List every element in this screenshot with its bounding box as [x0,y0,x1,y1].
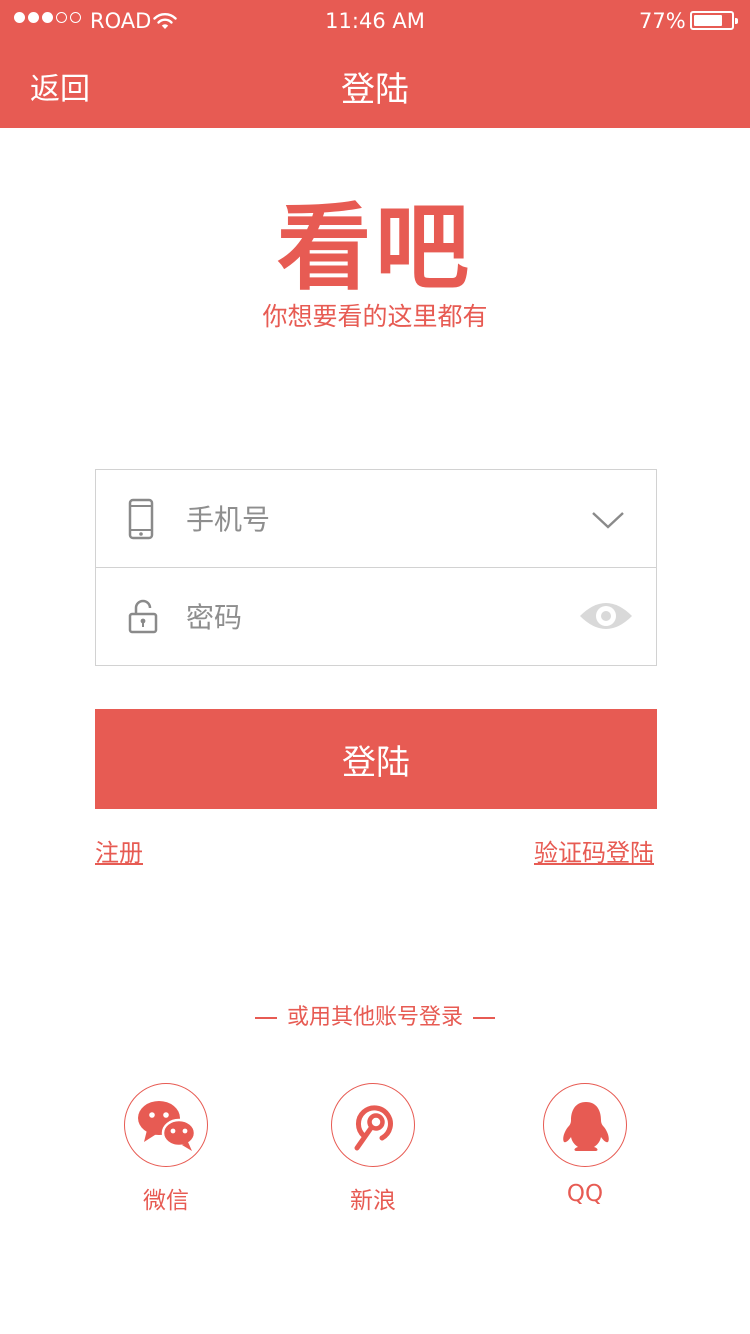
page-title: 登陆 [341,70,409,110]
lock-icon [128,598,158,638]
divider-line [473,1017,495,1019]
battery-icon [690,11,738,30]
register-link[interactable]: 注册 [95,833,143,868]
battery-nub [735,18,738,24]
status-bar: ROAD 11:46 AM 77% [0,0,750,40]
qq-icon-circle [543,1083,627,1167]
phone-input[interactable] [184,490,568,548]
sms-code-login-link[interactable]: 验证码登陆 [534,833,654,868]
eye-icon[interactable] [578,596,634,640]
battery-fill [694,15,722,26]
login-form [95,469,657,666]
app-slogan: 你想要看的这里都有 [262,302,488,331]
status-time: 11:46 AM [325,9,425,33]
qq-login-button[interactable]: QQ [535,1083,635,1207]
weibo-label: 新浪 [350,1188,396,1214]
app-logo-text: 看吧 [276,194,473,303]
phone-icon [128,498,154,544]
password-input[interactable] [184,588,568,646]
qq-label: QQ [566,1181,604,1207]
wechat-login-button[interactable]: 微信 [116,1083,216,1215]
weibo-login-button[interactable]: 新浪 [323,1083,423,1215]
password-row [96,568,656,665]
top-header: ROAD 11:46 AM 77% 返回 登陆 [0,0,750,128]
phone-row [96,470,656,568]
wechat-label: 微信 [143,1188,189,1214]
qq-icon [563,1102,609,1151]
divider-line [254,1017,277,1019]
login-button[interactable]: 登陆 [95,709,657,809]
weibo-icon [354,1105,393,1151]
battery-percent: 77% [639,9,686,33]
other-login-divider: 或用其他账号登录 [0,999,750,1031]
wechat-icon-circle [124,1083,208,1167]
other-login-label: 或用其他账号登录 [286,1005,463,1030]
chevron-down-icon[interactable] [591,510,625,534]
wechat-icon [138,1101,197,1151]
weibo-icon-circle [331,1083,415,1167]
